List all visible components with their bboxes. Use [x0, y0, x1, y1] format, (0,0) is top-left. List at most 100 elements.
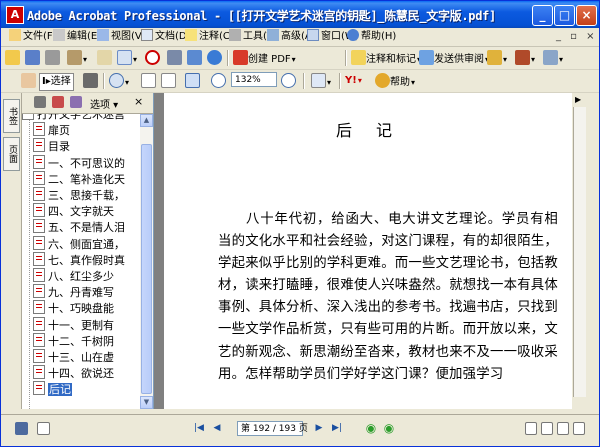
- continuous-facing-icon[interactable]: [573, 422, 585, 435]
- continuous-icon[interactable]: [541, 422, 553, 435]
- tools-button[interactable]: [187, 50, 202, 66]
- last-page-button[interactable]: ▶|: [331, 422, 343, 434]
- camera-button[interactable]: [167, 50, 182, 66]
- options-menu[interactable]: 选项 ▾: [90, 96, 118, 111]
- comment-markup-button[interactable]: 注释和标记▾: [351, 50, 421, 66]
- fit-page-button[interactable]: [161, 73, 176, 89]
- open-button[interactable]: [5, 50, 20, 66]
- forms-icon: [543, 50, 558, 65]
- camera-icon: [167, 50, 182, 65]
- menu-file[interactable]: 文件(F): [9, 29, 57, 45]
- first-page-button[interactable]: |◀: [193, 422, 205, 434]
- single-page-icon[interactable]: [525, 422, 537, 435]
- document-viewport[interactable]: 后记 八十年代初，给函大、电大讲文艺理论。学员有相当的文化水平和社会经验，对这门…: [154, 93, 572, 409]
- save-button[interactable]: [25, 50, 40, 66]
- title-bar[interactable]: A Adobe Acrobat Professional - [[打开文学艺术迷…: [1, 1, 599, 28]
- send-review-button[interactable]: 发送供审阅▾: [419, 50, 489, 66]
- menu-help[interactable]: 帮助(H): [347, 29, 396, 45]
- close-panel-button[interactable]: ×: [134, 95, 143, 108]
- page-thumbnail-icon[interactable]: [15, 422, 28, 435]
- go-back-button[interactable]: ◉: [365, 422, 377, 434]
- sign-button[interactable]: ▾: [515, 50, 535, 66]
- bookmark-label: 打开文学艺术迷宫: [37, 114, 125, 121]
- search-icon: [117, 50, 132, 65]
- menu-document[interactable]: 文档(D): [141, 29, 191, 45]
- web-capture-button[interactable]: [207, 50, 222, 66]
- facing-icon[interactable]: [557, 422, 569, 435]
- snapshot-button[interactable]: [83, 73, 98, 89]
- bookmark-item[interactable]: 后记: [33, 381, 72, 399]
- organizer-button[interactable]: ▾: [67, 50, 87, 66]
- scroll-track[interactable]: [573, 107, 586, 397]
- go-forward-button[interactable]: ◉: [383, 422, 395, 434]
- bookmark-page-icon: [33, 235, 45, 250]
- bookmark-label: 八、红尘多少: [48, 270, 114, 283]
- tools-menu-icon: [229, 29, 241, 41]
- zoom-level-field[interactable]: 132%: [231, 72, 277, 87]
- comment-markup-icon: [351, 50, 366, 65]
- scroll-up-button[interactable]: ▲: [140, 114, 153, 127]
- tab-pages[interactable]: 页面: [3, 137, 20, 171]
- bookmark-label: 三、思接千载，: [48, 189, 125, 202]
- bookmarks-scrollbar[interactable]: ▲ ▼: [140, 114, 153, 409]
- menu-view[interactable]: 视图(V): [97, 29, 146, 45]
- page-paragraph: 八十年代初，给函大、电大讲文艺理论。学员有相当的文化水平和社会经验，对这门课程，…: [218, 212, 558, 382]
- yahoo-button[interactable]: Y!▾: [345, 73, 362, 89]
- document-window-controls[interactable]: _ ▫ ×: [556, 29, 598, 45]
- bookmark-list: 打开文学艺术迷宫 扉页 目录 一、不可思议的 二、笔补造化天 三、思接千载， 四、文字就天五…: [22, 114, 140, 409]
- bookmark-label: 十二、千树阴: [48, 334, 114, 348]
- page-number-field[interactable]: 第 192 / 193 页: [237, 421, 308, 436]
- lock-button[interactable]: ▾: [487, 50, 507, 66]
- bookmark-page-icon: [33, 187, 45, 201]
- select-tool-button[interactable]: I▸选择: [39, 73, 74, 91]
- email-button[interactable]: [97, 50, 112, 66]
- zoom-tool-button[interactable]: ▾: [109, 73, 129, 89]
- new-bookmark-icon[interactable]: [52, 96, 64, 108]
- document-scrollbar[interactable]: ▶: [573, 93, 599, 409]
- maximize-button[interactable]: □: [554, 5, 575, 26]
- actual-size-button[interactable]: [141, 73, 156, 89]
- tools-icon: [187, 50, 202, 65]
- delete-bookmark-icon[interactable]: [34, 96, 46, 108]
- pane-arrow-icon[interactable]: ▶: [575, 95, 581, 104]
- scroll-down-button[interactable]: ▼: [140, 396, 153, 409]
- page-size-icon[interactable]: [37, 422, 50, 435]
- help-button[interactable]: 帮助▾: [375, 73, 415, 89]
- scroll-thumb[interactable]: [141, 144, 152, 394]
- comment-menu-icon: [185, 29, 197, 41]
- fit-width-button[interactable]: [185, 73, 200, 89]
- zoom-out-button[interactable]: [211, 73, 226, 89]
- page-heading: 后记: [335, 121, 416, 140]
- document-menu-icon: [141, 29, 153, 41]
- globe-icon: [207, 50, 222, 65]
- email-icon: [97, 50, 112, 65]
- zoom-in-button[interactable]: [281, 73, 296, 89]
- previous-page-button[interactable]: ◀: [211, 422, 223, 434]
- pen-icon: [515, 50, 530, 65]
- fit-width-icon: [185, 73, 200, 88]
- toolbar-view: I▸选择 ▾ 132% ▾ Y!▾ 帮助▾: [1, 70, 599, 93]
- print-button[interactable]: [45, 50, 60, 66]
- rotate-button[interactable]: ▾: [311, 73, 331, 89]
- edit-menu-icon: [53, 29, 65, 41]
- actual-size-icon: [141, 73, 156, 88]
- create-pdf-button[interactable]: 创建 PDF▾: [233, 50, 296, 66]
- minimize-button[interactable]: _: [532, 5, 553, 26]
- help-menu-icon: [347, 29, 359, 41]
- security-button[interactable]: [145, 50, 160, 66]
- next-page-button[interactable]: ▶: [313, 422, 325, 434]
- send-review-icon: [419, 50, 434, 65]
- close-button[interactable]: ×: [576, 5, 597, 26]
- forms-button[interactable]: ▾: [543, 50, 563, 66]
- menu-edit[interactable]: 编辑(E): [53, 29, 101, 45]
- menu-comment[interactable]: 注释(C): [185, 29, 234, 45]
- security-icon: [145, 50, 160, 65]
- hand-tool-button[interactable]: [21, 73, 36, 89]
- search-button[interactable]: ▾: [117, 50, 137, 66]
- expand-bookmark-icon[interactable]: [70, 96, 82, 108]
- acrobat-app-icon[interactable]: A: [6, 6, 24, 24]
- bookmark-label: 二、笔补造化天: [48, 172, 125, 186]
- bookmark-label: 一、不可思议的: [48, 156, 125, 170]
- magnifier-icon: [109, 73, 124, 88]
- tab-bookmarks[interactable]: 书签: [3, 99, 20, 133]
